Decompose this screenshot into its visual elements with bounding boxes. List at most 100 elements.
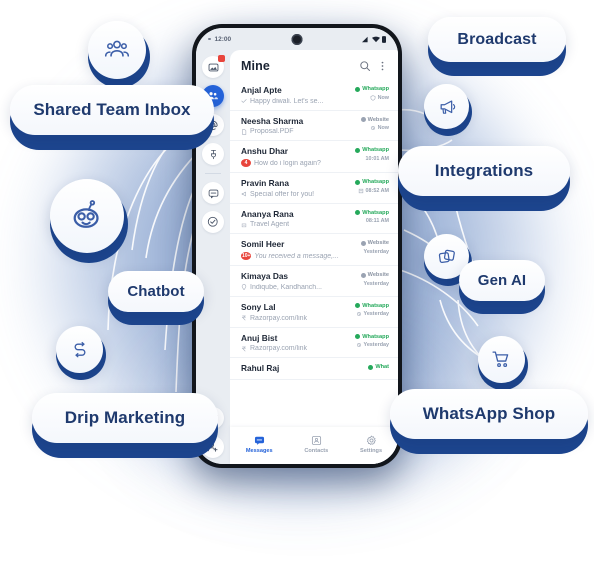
feature-pill-integrations[interactable]: Integrations bbox=[398, 146, 570, 211]
bot-icon bbox=[241, 223, 247, 228]
campaign-icon bbox=[358, 188, 363, 193]
sidebar-item-chats[interactable] bbox=[202, 182, 224, 204]
bubble-chatbot bbox=[50, 179, 128, 263]
chat-contact-name: Ananya Rana bbox=[241, 208, 294, 219]
channel-badge: Whatsapp bbox=[355, 147, 389, 153]
chat-bubble-icon bbox=[208, 189, 218, 198]
feature-pill-shared-team-inbox[interactable]: Shared Team Inbox bbox=[10, 85, 214, 150]
whatsapp-icon bbox=[355, 210, 361, 216]
channel-badge: Whatsapp bbox=[355, 210, 389, 216]
channel-label: What bbox=[375, 364, 389, 371]
bottom-navigation: Messages Contacts Settings bbox=[230, 427, 398, 464]
chat-list-item[interactable]: Rahul Raj What bbox=[230, 358, 398, 381]
page-title: Mine bbox=[241, 59, 270, 73]
shield-icon bbox=[370, 94, 376, 101]
channel-badge: Website bbox=[360, 240, 389, 247]
chat-preview-text: You received a message,... bbox=[254, 252, 339, 260]
nav-settings[interactable]: Settings bbox=[360, 435, 382, 454]
rupee-icon bbox=[241, 346, 246, 352]
feature-pill-broadcast[interactable]: Broadcast bbox=[428, 17, 566, 76]
search-icon[interactable] bbox=[359, 60, 371, 72]
nav-messages[interactable]: Messages bbox=[246, 435, 273, 454]
phone-status-bar: 12:00 bbox=[196, 28, 398, 50]
nav-contacts-label: Contacts bbox=[304, 447, 329, 454]
chat-timestamp: Yesterday bbox=[363, 342, 389, 348]
chat-contact-name: Rahul Raj bbox=[241, 363, 280, 374]
chat-list-item[interactable]: Somil Heer 10+ You received a message,... W… bbox=[230, 234, 398, 267]
feature-label-integrations: Integrations bbox=[434, 161, 534, 180]
chat-preview-text: Razorpay.com/link bbox=[250, 314, 308, 322]
pin-icon bbox=[210, 149, 216, 159]
feature-label-chatbot: Chatbot bbox=[127, 283, 185, 300]
feature-pill-drip-marketing[interactable]: Drip Marketing bbox=[32, 393, 218, 458]
unread-badge: 4 bbox=[241, 159, 251, 168]
chat-contact-name: Anshu Dhar bbox=[241, 146, 289, 157]
chat-timestamp: 08:11 AM bbox=[365, 218, 389, 225]
channel-label: Whatsapp bbox=[362, 179, 389, 186]
chat-preview-text: How do i login again? bbox=[254, 159, 321, 167]
document-icon bbox=[242, 129, 247, 135]
channel-label: Website bbox=[367, 240, 389, 247]
drip-flow-icon bbox=[74, 341, 85, 357]
camera-punch-hole bbox=[291, 34, 303, 45]
chat-list-item[interactable]: Neesha Sharma Proposal.PDF Website Now bbox=[230, 111, 398, 142]
signal-icon bbox=[362, 36, 368, 42]
sidebar-item-inbox[interactable] bbox=[202, 55, 225, 78]
chat-list-item[interactable]: Anjal Apte Happy diwali. Let's se... Whats… bbox=[230, 80, 398, 111]
integrations-stack-icon bbox=[438, 249, 455, 263]
battery-icon bbox=[382, 35, 386, 43]
location-icon bbox=[241, 284, 247, 291]
chat-contact-name: Anjal Apte bbox=[241, 85, 282, 95]
bubble-shop bbox=[478, 336, 528, 390]
chat-list-item[interactable]: Kimaya Das Indiqube, Kandhanch... Website Y… bbox=[230, 266, 398, 297]
chat-list-item[interactable]: Anuj Bist Razorpay.com/link Whatsapp Yester… bbox=[230, 328, 398, 359]
chat-preview-text: Happy diwali. Let's se... bbox=[250, 97, 324, 105]
clock-icon bbox=[356, 312, 361, 317]
feature-pill-whatsapp-shop[interactable]: WhatsApp Shop bbox=[390, 389, 588, 454]
chat-timestamp: Now bbox=[377, 125, 389, 132]
shopping-cart-icon bbox=[492, 351, 509, 368]
chat-preview-text: Special offer for you! bbox=[250, 190, 315, 198]
nav-contacts[interactable]: Contacts bbox=[304, 435, 328, 454]
chat-list-item[interactable]: Anshu Dhar 4 How do i login again? Whatsapp… bbox=[230, 141, 398, 174]
clock-icon bbox=[356, 342, 361, 348]
channel-badge: What bbox=[368, 364, 389, 370]
feature-pill-chatbot[interactable]: Chatbot bbox=[108, 271, 204, 325]
channel-label: Whatsapp bbox=[362, 302, 389, 309]
bubble-drip bbox=[56, 326, 106, 380]
phone-mockup: 12:00 Mine Anjal Apte Happy diwali. Let'… bbox=[192, 24, 402, 468]
chat-list-item[interactable]: Sony Lal Razorpay.com/link Whatsapp Yesterd… bbox=[230, 297, 398, 328]
channel-badge: Whatsapp bbox=[355, 334, 389, 340]
unread-badge: 10+ bbox=[241, 252, 252, 261]
sidebar-item-resolved[interactable] bbox=[202, 211, 224, 233]
wifi-icon bbox=[371, 36, 380, 42]
inbox-badge bbox=[218, 55, 225, 62]
whatsapp-icon bbox=[355, 334, 361, 339]
chat-contact-name: Somil Heer bbox=[241, 239, 285, 250]
feature-label-shared-team-inbox: Shared Team Inbox bbox=[33, 100, 191, 119]
team-group-icon bbox=[104, 40, 130, 57]
whatsapp-icon bbox=[368, 364, 374, 370]
chat-timestamp: Now bbox=[377, 94, 389, 101]
chat-panel: Mine Anjal Apte Happy diwali. Let's se...… bbox=[230, 50, 398, 464]
whatsapp-icon bbox=[355, 179, 361, 185]
chat-timestamp: Yesterday bbox=[363, 280, 389, 287]
nav-settings-label: Settings bbox=[360, 447, 383, 454]
channel-badge: Website bbox=[360, 272, 389, 278]
globe-icon bbox=[360, 272, 366, 278]
status-dot-icon bbox=[208, 37, 211, 41]
channel-label: Website bbox=[367, 116, 389, 123]
megaphone-broadcast-icon bbox=[440, 99, 455, 114]
chat-list-item[interactable]: Pravin Rana Special offer for you! Whatsap… bbox=[230, 173, 398, 204]
whatsapp-icon bbox=[355, 147, 361, 153]
channel-label: Whatsapp bbox=[362, 86, 389, 92]
more-vertical-icon[interactable] bbox=[377, 60, 388, 72]
chat-list-item[interactable]: Ananya Rana Travel Agent Whatsapp 08:11 AM bbox=[230, 204, 398, 235]
chat-timestamp: 08:52 AM bbox=[365, 187, 389, 194]
feature-label-broadcast: Broadcast bbox=[457, 30, 537, 48]
chat-contact-name: Sony Lal bbox=[241, 301, 276, 312]
chat-contact-name: Kimaya Das bbox=[241, 271, 289, 282]
feature-pill-gen-ai[interactable]: Gen AI bbox=[459, 260, 545, 314]
chat-list[interactable]: Anjal Apte Happy diwali. Let's se... Whats… bbox=[230, 80, 398, 427]
chat-contact-name: Pravin Rana bbox=[241, 178, 289, 189]
